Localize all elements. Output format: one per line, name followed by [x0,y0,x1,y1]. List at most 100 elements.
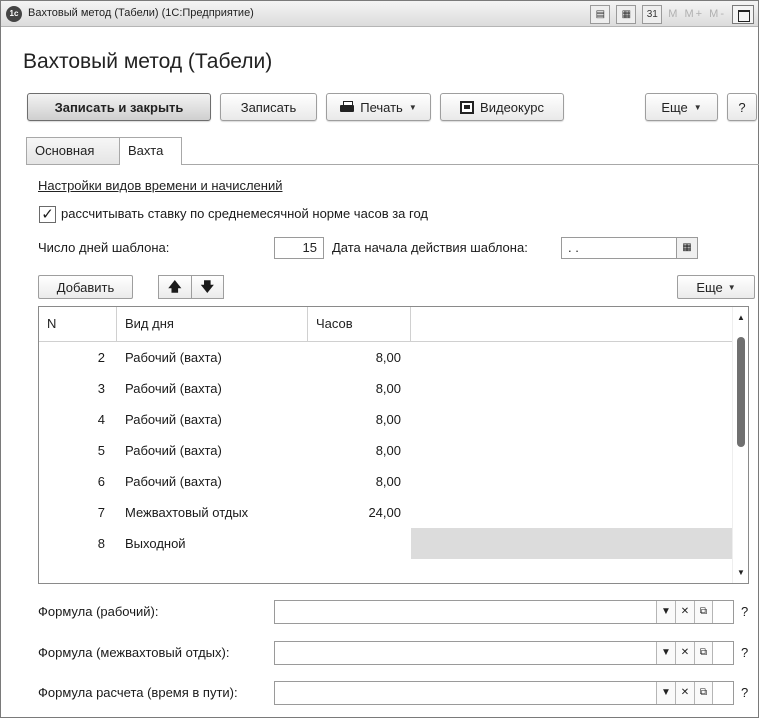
cell-day-type: Рабочий (вахта) [125,350,222,365]
tab-main[interactable]: Основная [26,137,120,165]
video-course-button[interactable]: Видеокурс [440,93,564,121]
formula-rest-help[interactable]: ? [741,645,748,660]
template-start-label: Дата начала действия шаблона: [332,240,528,255]
table-row-selected[interactable]: 8 Выходной [39,528,732,559]
arrow-down-icon[interactable]: 🡇 [191,275,224,299]
table-row[interactable]: 4 Рабочий (вахта) 8,00 [39,404,732,435]
template-start-date-field[interactable]: . . [561,237,677,259]
table-row[interactable]: 2 Рабочий (вахта) 8,00 [39,342,732,373]
tab-shift[interactable]: Вахта [119,137,182,165]
printer-icon [340,101,355,113]
column-header-day-type[interactable]: Вид дня [117,307,308,341]
table-row[interactable]: 3 Рабочий (вахта) 8,00 [39,373,732,404]
chevron-down-icon: ▼ [693,102,702,112]
cell-hours: 8,00 [375,443,401,458]
cell-n: 4 [97,412,105,427]
table-header: N Вид дня Часов [39,307,732,342]
cell-n: 8 [97,536,105,551]
cell-hours [308,528,411,559]
table-row[interactable]: 6 Рабочий (вахта) 8,00 [39,466,732,497]
cell-n: 3 [97,381,105,396]
print-button[interactable]: Печать ▼ [326,93,431,121]
calendar-icon[interactable]: 31 [642,4,663,24]
more-label: Еще [661,99,688,115]
print-label: Печать [360,99,403,115]
cell-n: 2 [97,350,105,365]
table-row[interactable]: 7 Межвахтовый отдых 24,00 [39,497,732,528]
date-picker-icon[interactable]: ▦ [676,237,698,259]
clear-icon[interactable]: ✕ [675,682,694,704]
chevron-down-icon: ▼ [727,282,736,292]
dropdown-icon[interactable]: ▼ [656,601,675,623]
formula-working-help[interactable]: ? [741,604,748,619]
cell-day-type: Рабочий (вахта) [125,381,222,396]
title-bar: 1c Вахтовый метод (Табели) (1С:Предприят… [1,1,758,27]
table-more-button[interactable]: Еще ▼ [677,275,755,299]
cell-empty [411,373,732,404]
formula-travel-label: Формула расчета (время в пути): [38,685,238,700]
add-row-button[interactable]: Добавить [38,275,133,299]
average-rate-label: рассчитывать ставку по среднемесячной но… [61,206,428,221]
save-and-close-label: Записать и закрыть [54,99,184,115]
app-window: 1c Вахтовый метод (Табели) (1С:Предприят… [0,0,759,718]
table-more-label: Еще [696,279,723,295]
formula-rest-label: Формула (межвахтовый отдых): [38,645,230,660]
video-icon [460,100,475,114]
cell-n: 5 [97,443,105,458]
cell-day-type: Выходной [125,536,186,551]
average-rate-checkbox[interactable]: ✓ [39,206,56,223]
cell-empty [411,404,732,435]
add-row-label: Добавить [56,279,115,295]
help-button[interactable]: ? [727,93,757,121]
title-bar-tools: ▤ ▦ 31 M M+ M- [590,4,754,24]
cell-empty [411,466,732,497]
template-days-field[interactable]: 15 [274,237,324,259]
save-label: Записать [240,99,297,115]
calculator-icon[interactable]: ▦ [616,4,637,24]
cell-day-type: Рабочий (вахта) [125,412,222,427]
dropdown-icon[interactable]: ▼ [656,682,675,704]
clear-icon[interactable]: ✕ [675,642,694,664]
formula-rest-field[interactable]: ▼ ✕ ⧉ [274,641,734,665]
cell-hours: 8,00 [375,381,401,396]
save-button[interactable]: Записать [220,93,317,121]
open-icon[interactable]: ⧉ [694,601,713,623]
arrow-up-icon[interactable]: 🡅 [158,275,192,299]
clear-icon[interactable]: ✕ [675,601,694,623]
save-and-close-button[interactable]: Записать и закрыть [27,93,211,121]
save-file-icon[interactable]: ▤ [590,4,611,24]
table-body: 2 Рабочий (вахта) 8,00 3 Рабочий (вахта)… [39,342,732,559]
cell-empty [411,342,732,373]
table-row[interactable]: 5 Рабочий (вахта) 8,00 [39,435,732,466]
cell-hours: 8,00 [375,474,401,489]
formula-working-label: Формула (рабочий): [38,604,159,619]
more-button[interactable]: Еще ▼ [645,93,718,121]
page-title: Вахтовый метод (Табели) [23,50,273,73]
formula-travel-field[interactable]: ▼ ✕ ⧉ [274,681,734,705]
window-title: Вахтовый метод (Табели) (1С:Предприятие) [28,7,254,19]
cell-hours: 24,00 [368,505,401,520]
maximize-button[interactable] [732,4,754,24]
dropdown-icon[interactable]: ▼ [656,642,675,664]
column-header-hours[interactable]: Часов [308,307,411,341]
day-types-table: N Вид дня Часов 2 Рабочий (вахта) 8,00 3… [38,306,749,584]
open-icon[interactable]: ⧉ [694,642,713,664]
scroll-down-icon[interactable]: ▼ [737,568,745,577]
cell-empty [411,528,732,559]
memory-buttons[interactable]: M M+ M- [668,8,726,20]
video-label: Видеокурс [480,99,544,115]
open-icon[interactable]: ⧉ [694,682,713,704]
scrollbar-thumb[interactable] [737,337,745,447]
help-label: ? [738,99,746,115]
template-days-label: Число дней шаблона: [38,240,170,255]
chevron-down-icon: ▼ [408,102,417,112]
column-header-n[interactable]: N [39,307,117,341]
scroll-up-icon[interactable]: ▲ [737,313,745,322]
column-header-empty [411,307,732,341]
cell-hours: 8,00 [375,412,401,427]
table-scrollbar[interactable]: ▲ ▼ [732,307,748,583]
formula-working-field[interactable]: ▼ ✕ ⧉ [274,600,734,624]
formula-travel-help[interactable]: ? [741,685,748,700]
settings-link[interactable]: Настройки видов времени и начислений [38,178,283,193]
cell-day-type: Рабочий (вахта) [125,474,222,489]
